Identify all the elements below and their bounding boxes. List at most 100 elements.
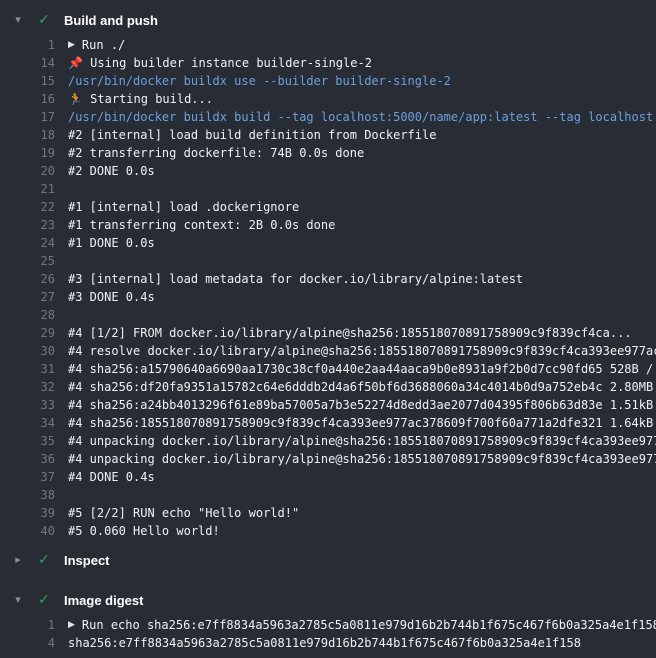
line-number[interactable]: 33: [0, 396, 68, 414]
line-number[interactable]: 27: [0, 288, 68, 306]
success-check-icon: ✓: [36, 586, 52, 614]
section-header[interactable]: ▸ ✓ Inspect: [0, 546, 656, 574]
log-line: 16 🏃 Starting build...: [0, 90, 656, 108]
line-text: #4 unpacking docker.io/library/alpine@sh…: [68, 432, 656, 450]
log-line: 39 #5 [2/2] RUN echo "Hello world!": [0, 504, 656, 522]
line-number[interactable]: 20: [0, 162, 68, 180]
log-line: 24 #1 DONE 0.0s: [0, 234, 656, 252]
line-text: #4 sha256:185518070891758909c9f839cf4ca3…: [68, 414, 656, 432]
line-number[interactable]: 1: [0, 36, 68, 54]
log-line: 37 #4 DONE 0.4s: [0, 468, 656, 486]
line-number[interactable]: 32: [0, 378, 68, 396]
line-text: 🏃 Starting build...: [68, 90, 213, 108]
log-line: 21: [0, 180, 656, 198]
line-number[interactable]: 31: [0, 360, 68, 378]
line-text: #5 [2/2] RUN echo "Hello world!": [68, 504, 299, 522]
line-text: #2 transferring dockerfile: 74B 0.0s don…: [68, 144, 364, 162]
line-text: #4 unpacking docker.io/library/alpine@sh…: [68, 450, 656, 468]
success-check-icon: ✓: [36, 6, 52, 34]
section-header[interactable]: ▾ ✓ Image digest: [0, 586, 656, 614]
log-line: 28: [0, 306, 656, 324]
line-text: Run echo sha256:e7ff8834a5963a2785c5a081…: [82, 616, 656, 634]
section-title: Image digest: [64, 593, 143, 608]
line-number[interactable]: 26: [0, 270, 68, 288]
line-text: #5 0.060 Hello world!: [68, 522, 220, 540]
section-title: Build and push: [64, 13, 158, 28]
log-line: 20 #2 DONE 0.0s: [0, 162, 656, 180]
line-number[interactable]: 21: [0, 180, 68, 198]
section-body: 1 ▶ Run ./ 14 📌 Using builder instance b…: [0, 34, 656, 546]
log-line: 15 /usr/bin/docker buildx use --builder …: [0, 72, 656, 90]
play-icon[interactable]: ▶: [68, 36, 75, 54]
line-text: #4 [1/2] FROM docker.io/library/alpine@s…: [68, 324, 632, 342]
log-line: 34 #4 sha256:185518070891758909c9f839cf4…: [0, 414, 656, 432]
line-text: #4 sha256:df20fa9351a15782c64e6dddb2d4a6…: [68, 378, 656, 396]
section-chevron-icon[interactable]: ▾: [10, 6, 26, 34]
play-icon[interactable]: ▶: [68, 616, 75, 634]
log-line: 18 #2 [internal] load build definition f…: [0, 126, 656, 144]
log-line: 26 #3 [internal] load metadata for docke…: [0, 270, 656, 288]
success-check-icon: ✓: [36, 546, 52, 574]
log-line: 4 sha256:e7ff8834a5963a2785c5a0811e979d1…: [0, 634, 656, 652]
line-number[interactable]: 30: [0, 342, 68, 360]
line-text: #2 [internal] load build definition from…: [68, 126, 436, 144]
log-section: ▾ ✓ Image digest 1 ▶ Run echo sha256:e7f…: [0, 586, 656, 658]
line-text: #4 sha256:a15790640a6690aa1730c38cf0a440…: [68, 360, 656, 378]
log-line: 19 #2 transferring dockerfile: 74B 0.0s …: [0, 144, 656, 162]
line-text: #3 [internal] load metadata for docker.i…: [68, 270, 523, 288]
line-number[interactable]: 18: [0, 126, 68, 144]
log-line: 30 #4 resolve docker.io/library/alpine@s…: [0, 342, 656, 360]
log-line: 36 #4 unpacking docker.io/library/alpine…: [0, 450, 656, 468]
line-number[interactable]: 35: [0, 432, 68, 450]
log-line: 23 #1 transferring context: 2B 0.0s done: [0, 216, 656, 234]
line-number[interactable]: 14: [0, 54, 68, 72]
line-number[interactable]: 40: [0, 522, 68, 540]
section-chevron-icon[interactable]: ▸: [10, 546, 26, 574]
line-number[interactable]: 24: [0, 234, 68, 252]
workflow-log-viewer: ▾ ✓ Build and push 1 ▶ Run ./ 14 📌 Using…: [0, 0, 656, 658]
line-number[interactable]: 34: [0, 414, 68, 432]
section-header[interactable]: ▾ ✓ Build and push: [0, 6, 656, 34]
log-line: 22 #1 [internal] load .dockerignore: [0, 198, 656, 216]
log-line: 33 #4 sha256:a24bb4013296f61e89ba57005a7…: [0, 396, 656, 414]
section-title: Inspect: [64, 553, 110, 568]
line-text: sha256:e7ff8834a5963a2785c5a0811e979d16b…: [68, 634, 581, 652]
line-number[interactable]: 38: [0, 486, 68, 504]
line-number[interactable]: 39: [0, 504, 68, 522]
log-line: 31 #4 sha256:a15790640a6690aa1730c38cf0a…: [0, 360, 656, 378]
line-text: #3 DONE 0.4s: [68, 288, 155, 306]
line-number[interactable]: 37: [0, 468, 68, 486]
line-text: /usr/bin/docker buildx build --tag local…: [68, 108, 656, 126]
line-number[interactable]: 4: [0, 634, 68, 652]
section-chevron-icon[interactable]: ▾: [10, 586, 26, 614]
line-text: #4 DONE 0.4s: [68, 468, 155, 486]
log-line: 1 ▶ Run echo sha256:e7ff8834a5963a2785c5…: [0, 616, 656, 634]
line-number[interactable]: 25: [0, 252, 68, 270]
log-line: 38: [0, 486, 656, 504]
log-line: 17 /usr/bin/docker buildx build --tag lo…: [0, 108, 656, 126]
line-number[interactable]: 15: [0, 72, 68, 90]
line-text: #1 DONE 0.0s: [68, 234, 155, 252]
line-number[interactable]: 23: [0, 216, 68, 234]
log-line: 25: [0, 252, 656, 270]
line-text: 📌 Using builder instance builder-single-…: [68, 54, 372, 72]
line-text: #4 resolve docker.io/library/alpine@sha2…: [68, 342, 656, 360]
log-line: 32 #4 sha256:df20fa9351a15782c64e6dddb2d…: [0, 378, 656, 396]
line-text: Run ./: [82, 36, 125, 54]
line-number[interactable]: 17: [0, 108, 68, 126]
line-text: /usr/bin/docker buildx use --builder bui…: [68, 72, 451, 90]
line-number[interactable]: 1: [0, 616, 68, 634]
log-line: 1 ▶ Run ./: [0, 36, 656, 54]
line-text: #1 transferring context: 2B 0.0s done: [68, 216, 335, 234]
section-body: 1 ▶ Run echo sha256:e7ff8834a5963a2785c5…: [0, 614, 656, 658]
line-number[interactable]: 29: [0, 324, 68, 342]
line-number[interactable]: 19: [0, 144, 68, 162]
line-number[interactable]: 16: [0, 90, 68, 108]
line-text: #1 [internal] load .dockerignore: [68, 198, 299, 216]
line-number[interactable]: 36: [0, 450, 68, 468]
log-line: 27 #3 DONE 0.4s: [0, 288, 656, 306]
line-number[interactable]: 22: [0, 198, 68, 216]
line-number[interactable]: 28: [0, 306, 68, 324]
log-line: 14 📌 Using builder instance builder-sing…: [0, 54, 656, 72]
line-text: #4 sha256:a24bb4013296f61e89ba57005a7b3e…: [68, 396, 656, 414]
